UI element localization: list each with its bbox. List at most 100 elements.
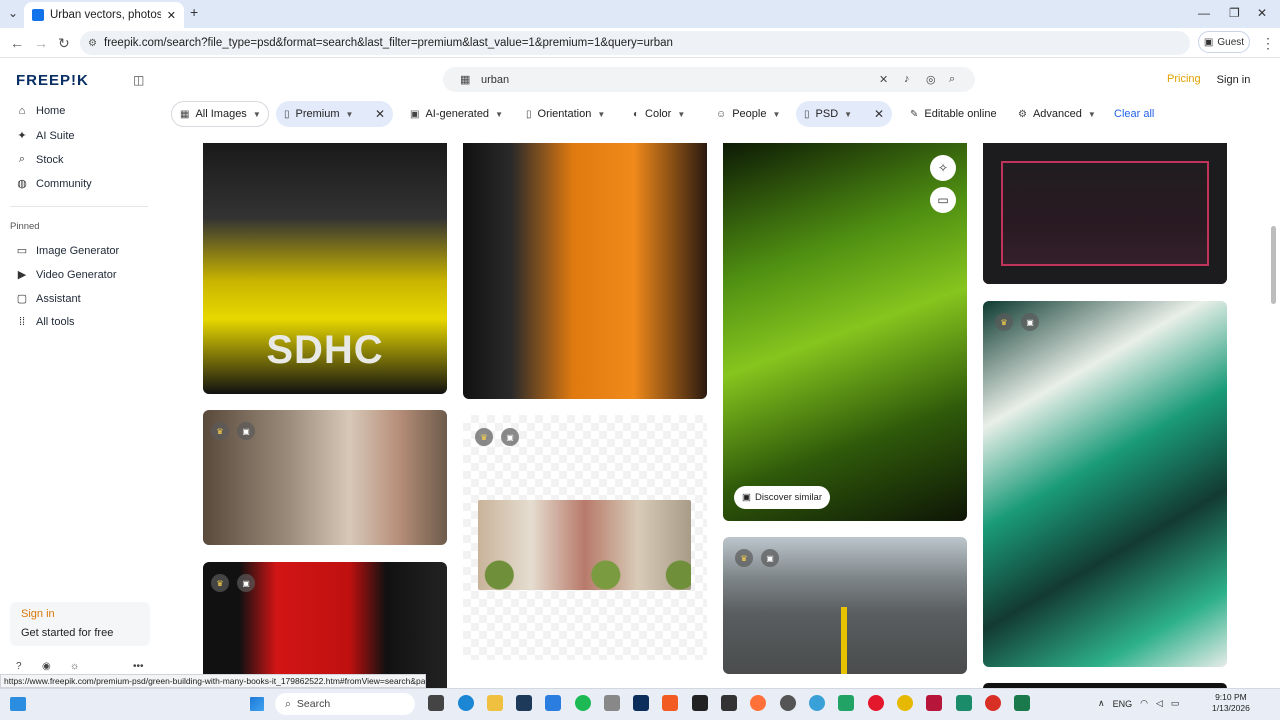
discover-similar-button[interactable]: ▣ Discover similar	[734, 486, 830, 509]
tab-title: Urban vectors, photos and PSD	[50, 9, 161, 21]
filter-all-images[interactable]: ▦ All Images ▼	[171, 101, 269, 127]
camera-search-icon[interactable]: ◎	[926, 73, 936, 86]
result-tile-red-skyline[interactable]: ♛ ▣	[203, 562, 447, 688]
file-explorer-icon[interactable]	[487, 695, 503, 711]
chevron-down-icon: ▼	[1087, 109, 1096, 119]
filter-color[interactable]: ◐ Color ▼	[625, 101, 695, 127]
signin-link[interactable]: Sign in	[21, 608, 139, 620]
search-input[interactable]: urban	[443, 67, 975, 92]
battery-icon[interactable]: ▭	[1171, 698, 1180, 709]
forward-icon[interactable]: →	[34, 35, 48, 51]
freepik-logo[interactable]: FREEP!K	[16, 72, 89, 89]
start-icon[interactable]	[250, 697, 264, 711]
edge-icon[interactable]	[458, 695, 474, 711]
sidebar-item-stock[interactable]: ⌕ Stock	[16, 153, 64, 166]
browser-tab[interactable]: Urban vectors, photos and PSD ✕	[24, 2, 184, 28]
app-icon[interactable]	[780, 695, 796, 711]
help-icon[interactable]: ?	[16, 661, 22, 672]
amazon-icon[interactable]	[721, 695, 737, 711]
app-icon[interactable]	[1014, 695, 1030, 711]
search-icon[interactable]: ⌕	[949, 73, 955, 86]
filter-psd[interactable]: ▯ PSD ▼	[796, 101, 866, 127]
signin-button[interactable]: Sign in	[1211, 67, 1256, 92]
tab-list-icon[interactable]: ⌄	[8, 6, 18, 20]
result-tile-vintage-street[interactable]: ♛ ▣	[203, 410, 447, 545]
reload-icon[interactable]: ↻	[58, 35, 70, 52]
new-tab-icon[interactable]: +	[190, 4, 198, 20]
page-scrollbar[interactable]	[1271, 226, 1276, 304]
sidebar-item-home[interactable]: ⌂ Home	[16, 105, 66, 117]
save-to-collection-icon[interactable]: ▭	[930, 187, 956, 213]
task-view-icon[interactable]	[428, 695, 444, 711]
vscode-icon[interactable]	[545, 695, 561, 711]
remove-premium-filter-icon[interactable]: ✕	[367, 101, 393, 127]
app-icon[interactable]	[926, 695, 942, 711]
road-line	[841, 607, 847, 674]
sidebar-item-assistant[interactable]: ▢ Assistant	[16, 292, 81, 306]
brave-icon[interactable]	[662, 695, 678, 711]
taskbar-search[interactable]: ⌕ Search	[275, 693, 415, 715]
terminal-icon[interactable]	[692, 695, 708, 711]
result-tile-building-row[interactable]: ♛ ▣	[463, 415, 707, 660]
firefox-icon[interactable]	[750, 695, 766, 711]
chrome-active-icon[interactable]	[985, 695, 1001, 711]
chevron-down-icon: ▼	[677, 109, 686, 119]
site-info-icon[interactable]: ⚙	[88, 38, 97, 49]
guest-profile-button[interactable]: ▣ Guest	[1198, 31, 1250, 53]
sidebar-item-community[interactable]: ◍ Community	[16, 177, 92, 191]
excel-icon[interactable]	[838, 695, 854, 711]
widgets-icon[interactable]	[10, 697, 26, 711]
microphone-icon[interactable]: ♪	[904, 73, 910, 85]
taskbar-clock[interactable]: 9:10 PM 1/13/2026	[1212, 692, 1250, 714]
language-indicator[interactable]: ENG	[1113, 699, 1133, 709]
clear-search-icon[interactable]: ✕	[879, 73, 888, 86]
filter-label: PSD	[815, 108, 839, 120]
result-tile-empty-avenue[interactable]: ♛ ▣	[723, 537, 967, 674]
filter-orientation[interactable]: ▯ Orientation ▼	[518, 101, 614, 127]
sidebar-item-video-generator[interactable]: ▶ Video Generator	[16, 268, 117, 282]
psd-file-icon: ▣	[1021, 313, 1039, 331]
app-icon[interactable]	[956, 695, 972, 711]
url-field[interactable]: ⚙ freepik.com/search?file_type=psd&forma…	[80, 31, 1190, 55]
clear-all-link[interactable]: Clear all	[1114, 108, 1154, 120]
search-type-icon[interactable]: ▦	[460, 73, 470, 86]
spotify-icon[interactable]	[575, 695, 591, 711]
filter-people[interactable]: ☺ People ▼	[708, 101, 788, 127]
filter-ai-generated[interactable]: ▣ AI-generated ▼	[402, 101, 510, 127]
ai-edit-icon[interactable]: ✧	[930, 155, 956, 181]
sidebar-item-label: Community	[36, 177, 92, 190]
volume-icon[interactable]: ◁	[1156, 698, 1163, 709]
discord-icon[interactable]: ◉	[42, 661, 51, 672]
minimize-icon[interactable]: —	[1198, 6, 1210, 20]
chrome-icon[interactable]	[897, 695, 913, 711]
opera-icon[interactable]	[868, 695, 884, 711]
filter-editable-online[interactable]: ✎ Editable online	[902, 101, 1002, 127]
collapse-sidebar-icon[interactable]: ◫	[133, 73, 144, 87]
chevron-up-icon[interactable]: ∧	[1098, 698, 1105, 709]
sidebar-item-all-tools[interactable]: ⁞⁞ All tools	[16, 316, 75, 328]
window-close-icon[interactable]: ✕	[1257, 6, 1267, 20]
browser-menu-icon[interactable]: ⋮	[1261, 35, 1275, 52]
close-tab-icon[interactable]: ✕	[167, 9, 176, 22]
filter-premium[interactable]: ▯ Premium ▼	[276, 101, 368, 127]
result-tile-dark-red-frame[interactable]	[983, 143, 1227, 284]
lr-app-icon[interactable]	[516, 695, 532, 711]
result-tile-yellow-city[interactable]: SDHC	[203, 143, 447, 394]
restore-icon[interactable]: ❐	[1229, 6, 1240, 20]
back-icon[interactable]: ←	[10, 35, 24, 51]
result-tile-orange-street[interactable]	[463, 143, 707, 399]
filter-advanced[interactable]: ⚙ Advanced ▼	[1010, 101, 1104, 127]
remove-psd-filter-icon[interactable]: ✕	[866, 101, 892, 127]
pricing-link[interactable]: Pricing	[1167, 73, 1201, 85]
signin-card[interactable]: Sign in Get started for free	[10, 602, 150, 646]
app-icon[interactable]	[604, 695, 620, 711]
wifi-icon[interactable]: ◠	[1140, 698, 1148, 709]
more-icon[interactable]: •••	[133, 661, 144, 672]
chrome-alt-icon[interactable]	[809, 695, 825, 711]
sidebar-item-ai-suite[interactable]: ✦ AI Suite	[16, 129, 74, 143]
palette-icon: ◐	[633, 108, 640, 120]
theme-icon[interactable]: ☼	[70, 661, 79, 672]
result-tile-teal-city[interactable]: ♛ ▣	[983, 301, 1227, 667]
sidebar-item-image-generator[interactable]: ▭ Image Generator	[16, 244, 119, 258]
photoshop-icon[interactable]	[633, 695, 649, 711]
